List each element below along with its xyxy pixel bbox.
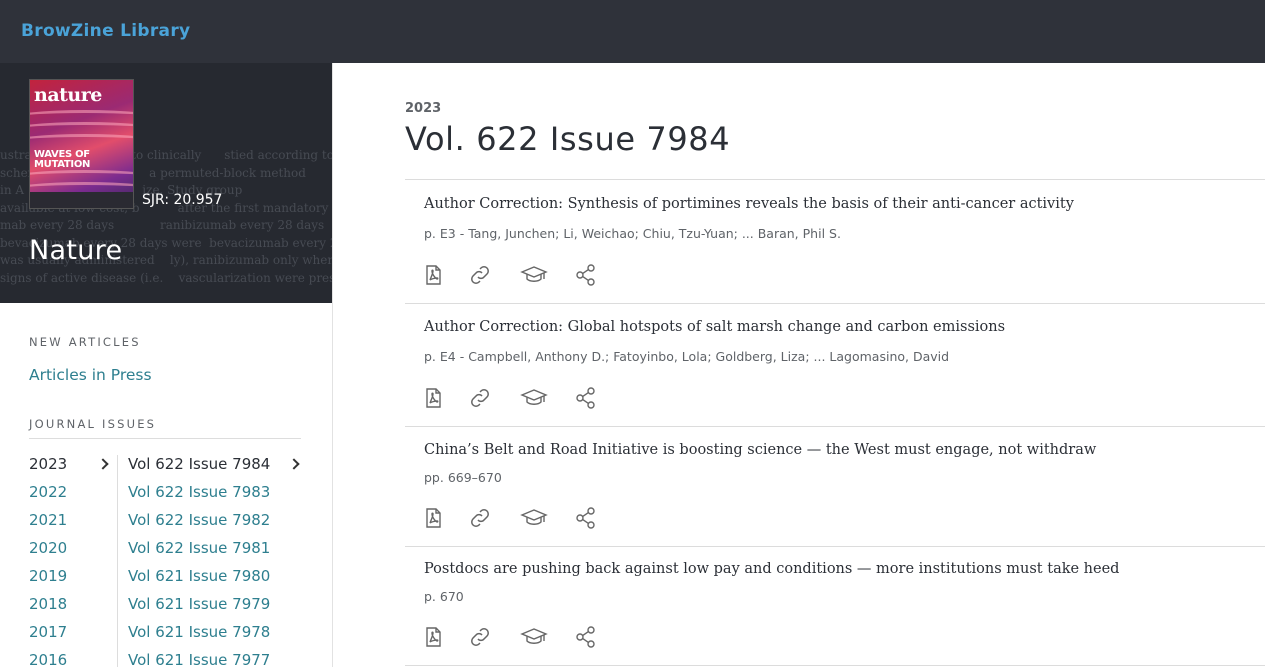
- year-item-2023[interactable]: 2023: [29, 455, 117, 483]
- brand-link[interactable]: BrowZine Library: [21, 21, 190, 41]
- year-item-2017[interactable]: 2017: [29, 623, 117, 651]
- journal-title: Nature: [29, 235, 123, 266]
- share-icon[interactable]: [574, 263, 598, 287]
- cover-masthead: nature: [34, 84, 102, 106]
- article-list: Author Correction: Synthesis of portimin…: [405, 179, 1265, 666]
- pdf-icon[interactable]: [421, 625, 445, 649]
- year-item-2016[interactable]: 2016: [29, 651, 117, 667]
- year-item-2019[interactable]: 2019: [29, 567, 117, 595]
- link-icon[interactable]: [468, 625, 492, 649]
- issue-item-7980[interactable]: Vol 621 Issue 7980: [128, 567, 300, 595]
- year-item-2018[interactable]: 2018: [29, 595, 117, 623]
- article-meta: p. E4 - Campbell, Anthony D.; Fatoyinbo,…: [424, 349, 950, 364]
- article-meta: pp. 669–670: [424, 470, 502, 485]
- issue-year: 2023: [405, 101, 442, 116]
- articles-in-press-link[interactable]: Articles in Press: [29, 366, 152, 384]
- pdf-icon[interactable]: [421, 263, 445, 287]
- issue-item-7979[interactable]: Vol 621 Issue 7979: [128, 595, 300, 623]
- article-title[interactable]: China’s Belt and Road Initiative is boos…: [424, 442, 1096, 458]
- pdf-icon[interactable]: [421, 506, 445, 530]
- issue-item-7977[interactable]: Vol 621 Issue 7977: [128, 651, 300, 667]
- sjr-score: SJR: 20.957: [142, 192, 223, 208]
- issue-item-7984[interactable]: Vol 622 Issue 7984: [128, 455, 300, 483]
- journal-issues-label: JOURNAL ISSUES: [29, 417, 157, 431]
- article-item: Author Correction: Synthesis of portimin…: [405, 180, 1265, 304]
- year-item-2022[interactable]: 2022: [29, 483, 117, 511]
- main-content: 2023 Vol. 622 Issue 7984 Author Correcti…: [334, 63, 1265, 667]
- share-icon[interactable]: [574, 625, 598, 649]
- pdf-icon[interactable]: [421, 386, 445, 410]
- journal-hero: ustratified according to clinically stie…: [0, 63, 332, 303]
- year-item-2020[interactable]: 2020: [29, 539, 117, 567]
- journal-cover-image[interactable]: nature WAVES OF MUTATION: [29, 79, 134, 209]
- issue-item-7983[interactable]: Vol 622 Issue 7983: [128, 483, 300, 511]
- issue-item-7982[interactable]: Vol 622 Issue 7982: [128, 511, 300, 539]
- divider: [117, 455, 118, 667]
- top-bar: BrowZine Library: [0, 0, 1265, 63]
- issue-list: Vol 622 Issue 7984 Vol 622 Issue 7983 Vo…: [128, 455, 300, 667]
- article-item: China’s Belt and Road Initiative is boos…: [405, 427, 1265, 547]
- share-icon[interactable]: [574, 506, 598, 530]
- chevron-right-icon: [97, 458, 109, 470]
- graduation-cap-icon[interactable]: [520, 263, 548, 287]
- link-icon[interactable]: [468, 263, 492, 287]
- year-list: 2023 2022 2021 2020 2019 2018 2017 2016: [29, 455, 117, 667]
- year-item-2021[interactable]: 2021: [29, 511, 117, 539]
- article-item: Postdocs are pushing back against low pa…: [405, 547, 1265, 666]
- page-title: Vol. 622 Issue 7984: [405, 120, 731, 158]
- article-item: Author Correction: Global hotspots of sa…: [405, 304, 1265, 427]
- link-icon[interactable]: [468, 386, 492, 410]
- article-title[interactable]: Author Correction: Synthesis of portimin…: [424, 196, 1074, 212]
- link-icon[interactable]: [468, 506, 492, 530]
- issue-item-7978[interactable]: Vol 621 Issue 7978: [128, 623, 300, 651]
- chevron-right-icon: [288, 458, 300, 470]
- share-icon[interactable]: [574, 386, 598, 410]
- article-meta: p. 670: [424, 589, 464, 604]
- issue-item-7981[interactable]: Vol 622 Issue 7981: [128, 539, 300, 567]
- graduation-cap-icon[interactable]: [520, 506, 548, 530]
- new-articles-label: NEW ARTICLES: [29, 335, 141, 349]
- graduation-cap-icon[interactable]: [520, 625, 548, 649]
- divider: [29, 438, 301, 439]
- sidebar: ustratified according to clinically stie…: [0, 63, 333, 667]
- article-title[interactable]: Postdocs are pushing back against low pa…: [424, 561, 1119, 577]
- article-title[interactable]: Author Correction: Global hotspots of sa…: [424, 319, 1005, 335]
- graduation-cap-icon[interactable]: [520, 386, 548, 410]
- cover-headline: WAVES OF MUTATION: [34, 149, 91, 170]
- article-meta: p. E3 - Tang, Junchen; Li, Weichao; Chiu…: [424, 226, 841, 241]
